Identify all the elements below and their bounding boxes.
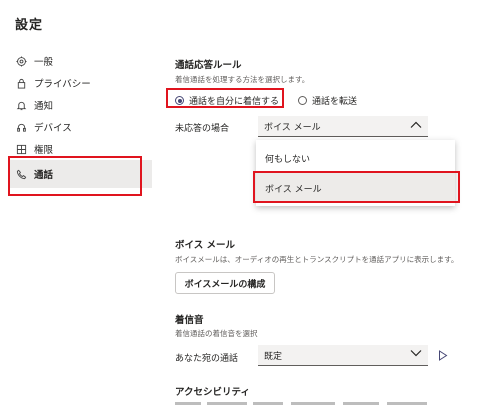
sidebar-item-notifications[interactable]: 通知 [14,94,152,116]
headset-icon [14,120,28,134]
unanswered-dropdown: 何もしない ボイス メール [256,140,455,206]
accessibility-title: アクセシビリティ [175,387,250,398]
dropdown-option-do-nothing[interactable]: 何もしない [256,143,455,173]
sidebar-item-label: 通知 [34,101,54,112]
unanswered-select[interactable]: ボイス メール [258,116,428,137]
gear-icon [14,54,28,68]
dropdown-option-voicemail[interactable]: ボイス メール [256,173,455,203]
ringtone-title: 着信音 [175,315,204,326]
page-title: 設定 [15,18,44,33]
sidebar-item-privacy[interactable]: プライバシー [14,72,152,94]
voicemail-description: ボイスメールは、オーディオの再生とトランスクリプトを通話アプリに表示します。 [175,255,459,264]
phone-icon [14,167,28,181]
ringtone-value: 既定 [264,351,283,362]
radio-selected-icon [175,96,184,105]
sidebar-item-calls[interactable]: 通話 [10,160,152,188]
radio-forward[interactable]: 通話を転送 [298,94,357,107]
lock-icon [14,76,28,90]
configure-voicemail-button[interactable]: ボイスメールの構成 [175,272,275,294]
sidebar-item-label: プライバシー [34,79,91,90]
sidebar-item-label: 通話 [34,170,54,181]
voicemail-title: ボイス メール [175,240,236,251]
radio-unselected-icon [298,96,307,105]
radio-label: 通話を転送 [312,97,358,107]
play-icon[interactable] [438,350,448,364]
call-answer-rules-description: 着信通話を処理する方法を選択します。 [175,75,310,84]
unanswered-label: 未応答の場合 [175,124,230,134]
bell-icon [14,98,28,112]
ringtone-select[interactable]: 既定 [258,345,428,366]
chevron-up-icon [410,121,422,132]
chevron-down-icon [410,350,422,361]
accessibility-description-cut [175,398,445,405]
sidebar-item-permissions[interactable]: 権限 [14,138,152,160]
radio-ring-me[interactable]: 通話を自分に着信する [175,94,279,107]
grid-icon [14,142,28,156]
sidebar-item-devices[interactable]: デバイス [14,116,152,138]
radio-label: 通話を自分に着信する [189,97,280,107]
ringtone-description: 着信通話の着信音を選択 [175,329,258,338]
ringtone-field-label: あなた宛の通話 [175,354,239,364]
sidebar-item-label: 一般 [34,57,54,68]
sidebar-item-general[interactable]: 一般 [14,50,152,72]
sidebar-item-label: 権限 [34,145,54,156]
sidebar-item-label: デバイス [34,123,72,134]
unanswered-value: ボイス メール [264,122,321,133]
call-answer-rules-title: 通話応答ルール [175,60,242,71]
